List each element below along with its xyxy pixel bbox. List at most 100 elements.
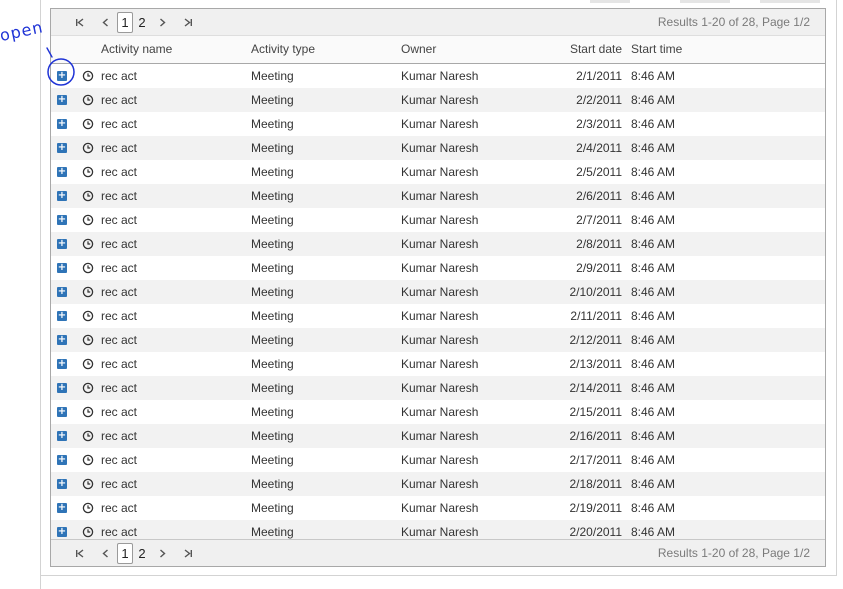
expand-row-button[interactable]: +	[57, 455, 67, 465]
cell-owner: Kumar Naresh	[401, 285, 479, 299]
toolbar-fragment	[760, 0, 820, 3]
cell-activity-name[interactable]: rec act	[101, 352, 137, 376]
last-page-button[interactable]	[180, 9, 196, 35]
clock-icon	[82, 502, 94, 514]
cell-activity-name[interactable]: rec act	[101, 304, 137, 328]
cell-activity-type: Meeting	[251, 381, 294, 395]
first-page-button[interactable]	[71, 9, 87, 35]
table-row[interactable]: + rec act Meeting Kumar Naresh 2/2/2011 8:46 …	[51, 88, 825, 112]
table-row[interactable]: + rec act Meeting Kumar Naresh 2/19/2011 8:46…	[51, 496, 825, 520]
next-page-button[interactable]	[154, 9, 170, 35]
cell-owner: Kumar Naresh	[401, 309, 479, 323]
expand-row-button[interactable]: +	[57, 527, 67, 537]
cell-activity-type: Meeting	[251, 93, 294, 107]
cell-start-time: 8:46 AM	[631, 309, 676, 323]
table-row[interactable]: + rec act Meeting Kumar Naresh 2/15/2011 8:46…	[51, 400, 825, 424]
cell-activity-type: Meeting	[251, 285, 294, 299]
expand-row-button[interactable]: +	[57, 359, 67, 369]
cell-activity-name[interactable]: rec act	[101, 280, 137, 304]
first-page-button[interactable]	[71, 540, 87, 566]
expand-plus-icon: +	[57, 358, 67, 369]
clock-icon	[82, 70, 94, 82]
table-row[interactable]: + rec act Meeting Kumar Naresh 2/12/2011 8:46…	[51, 328, 825, 352]
expand-row-button[interactable]: +	[57, 167, 67, 177]
clock-icon	[82, 190, 94, 202]
expand-row-button[interactable]: +	[57, 239, 67, 249]
table-row[interactable]: + rec act Meeting Kumar Naresh 2/1/2011 8:46 …	[51, 64, 825, 88]
column-header-activity-name[interactable]: Activity name	[101, 36, 172, 63]
cell-activity-type: Meeting	[251, 237, 294, 251]
cell-activity-name[interactable]: rec act	[101, 112, 137, 136]
expand-row-button[interactable]: +	[57, 479, 67, 489]
expand-row-button[interactable]: +	[57, 191, 67, 201]
table-row[interactable]: + rec act Meeting Kumar Naresh 2/7/2011 8:46 …	[51, 208, 825, 232]
cell-activity-name[interactable]: rec act	[101, 232, 137, 256]
cell-start-time: 8:46 AM	[631, 477, 676, 491]
table-row[interactable]: + rec act Meeting Kumar Naresh 2/8/2011 8:46 …	[51, 232, 825, 256]
page-link-2[interactable]: 2	[137, 544, 147, 563]
expand-plus-icon: +	[57, 70, 67, 81]
table-row[interactable]: + rec act Meeting Kumar Naresh 2/3/2011 8:46 …	[51, 112, 825, 136]
table-row[interactable]: + rec act Meeting Kumar Naresh 2/14/2011 8:46…	[51, 376, 825, 400]
column-header-start-date[interactable]: Start date	[570, 36, 622, 63]
expand-row-button[interactable]: +	[57, 335, 67, 345]
cell-start-time: 8:46 AM	[631, 429, 676, 443]
cell-start-date: 2/6/2011	[576, 189, 622, 203]
page-link-current[interactable]: 1	[117, 12, 133, 33]
table-row[interactable]: + rec act Meeting Kumar Naresh 2/13/2011 8:46…	[51, 352, 825, 376]
table-row[interactable]: + rec act Meeting Kumar Naresh 2/6/2011 8:46 …	[51, 184, 825, 208]
table-row[interactable]: + rec act Meeting Kumar Naresh 2/10/2011 8:46…	[51, 280, 825, 304]
cell-activity-name[interactable]: rec act	[101, 208, 137, 232]
table-row[interactable]: + rec act Meeting Kumar Naresh 2/17/2011 8:46…	[51, 448, 825, 472]
expand-row-button[interactable]: +	[57, 263, 67, 273]
expand-row-button[interactable]: +	[57, 143, 67, 153]
column-header-owner[interactable]: Owner	[401, 36, 436, 63]
cell-activity-name[interactable]: rec act	[101, 472, 137, 496]
expand-row-button[interactable]: +	[57, 431, 67, 441]
expand-row-button[interactable]: +	[57, 311, 67, 321]
cell-activity-name[interactable]: rec act	[101, 424, 137, 448]
cell-activity-name[interactable]: rec act	[101, 400, 137, 424]
expand-row-button[interactable]: +	[57, 503, 67, 513]
cell-activity-name[interactable]: rec act	[101, 256, 137, 280]
expand-row-button[interactable]: +	[57, 95, 67, 105]
prev-page-button[interactable]	[97, 540, 113, 566]
table-row[interactable]: + rec act Meeting Kumar Naresh 2/16/2011 8:46…	[51, 424, 825, 448]
cell-activity-name[interactable]: rec act	[101, 136, 137, 160]
cell-activity-name[interactable]: rec act	[101, 160, 137, 184]
cell-activity-name[interactable]: rec act	[101, 88, 137, 112]
cell-activity-name[interactable]: rec act	[101, 64, 137, 88]
clock-icon	[82, 262, 94, 274]
column-header-start-time[interactable]: Start time	[631, 36, 682, 63]
cell-activity-name[interactable]: rec act	[101, 496, 137, 520]
table-row[interactable]: + rec act Meeting Kumar Naresh 2/5/2011 8:46 …	[51, 160, 825, 184]
cell-activity-name[interactable]: rec act	[101, 376, 137, 400]
cell-owner: Kumar Naresh	[401, 333, 479, 347]
expand-row-button[interactable]: +	[57, 407, 67, 417]
column-header-activity-type[interactable]: Activity type	[251, 36, 315, 63]
next-page-button[interactable]	[154, 540, 170, 566]
expand-row-button[interactable]: +	[57, 119, 67, 129]
table-row[interactable]: + rec act Meeting Kumar Naresh 2/11/2011 8:46…	[51, 304, 825, 328]
cell-activity-name[interactable]: rec act	[101, 184, 137, 208]
page-link-2[interactable]: 2	[137, 13, 147, 32]
cell-owner: Kumar Naresh	[401, 261, 479, 275]
cell-activity-name[interactable]: rec act	[101, 448, 137, 472]
table-row[interactable]: + rec act Meeting Kumar Naresh 2/18/2011 8:46…	[51, 472, 825, 496]
expand-row-button[interactable]: +	[57, 287, 67, 297]
expand-plus-icon: +	[57, 430, 67, 441]
expand-plus-icon: +	[57, 166, 67, 177]
page-link-current[interactable]: 1	[117, 543, 133, 564]
cell-start-time: 8:46 AM	[631, 213, 676, 227]
expand-row-button[interactable]: +	[57, 71, 67, 81]
last-page-button[interactable]	[180, 540, 196, 566]
expand-row-button[interactable]: +	[57, 383, 67, 393]
cell-activity-name[interactable]: rec act	[101, 328, 137, 352]
cell-start-date: 2/9/2011	[576, 261, 622, 275]
table-row[interactable]: + rec act Meeting Kumar Naresh 2/4/2011 8:46 …	[51, 136, 825, 160]
prev-page-button[interactable]	[97, 9, 113, 35]
table-row[interactable]: + rec act Meeting Kumar Naresh 2/9/2011 8:46 …	[51, 256, 825, 280]
cell-start-time: 8:46 AM	[631, 237, 676, 251]
cell-owner: Kumar Naresh	[401, 189, 479, 203]
expand-row-button[interactable]: +	[57, 215, 67, 225]
